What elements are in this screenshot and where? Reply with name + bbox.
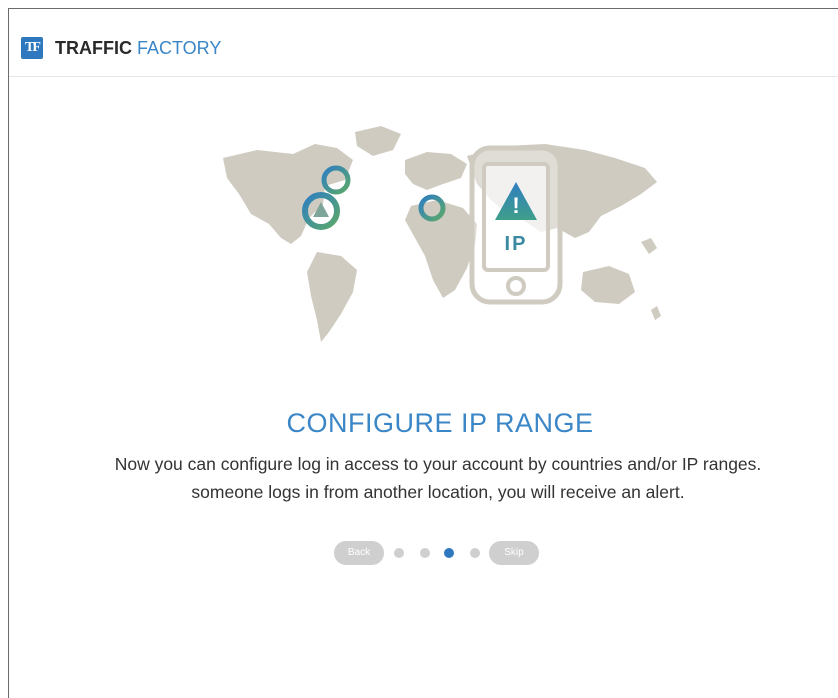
continents: [223, 126, 661, 342]
svg-text:IP: IP: [505, 233, 528, 255]
world-map-illustration: ! IP: [205, 120, 675, 350]
onboarding-pager: Back Skip: [334, 541, 554, 565]
step-dot-2[interactable]: [420, 548, 430, 558]
slide-description-line-2: someone logs in from another location, y…: [191, 482, 685, 502]
slide-title: CONFIGURE IP RANGE: [286, 408, 594, 438]
brand-logo[interactable]: TF: [21, 37, 43, 59]
step-dot-1[interactable]: [394, 548, 404, 558]
back-button[interactable]: Back: [334, 541, 384, 565]
brand-name[interactable]: TRAFFIC FACTORY: [55, 37, 221, 59]
phone-icon: ! IP: [469, 145, 563, 305]
step-dot-4[interactable]: [470, 548, 480, 558]
brand-name-bold: TRAFFIC: [55, 38, 132, 58]
svg-text:!: !: [512, 193, 519, 218]
slide-description-line-1: Now you can configure log in access to y…: [114, 454, 762, 474]
app-frame: [8, 8, 838, 698]
brand-name-light: FACTORY: [136, 38, 222, 58]
step-dot-3[interactable]: [444, 548, 454, 558]
top-bar: TF TRAFFIC FACTORY: [9, 9, 838, 77]
slide-description: Now you can configure log in access to y…: [0, 450, 838, 506]
skip-button[interactable]: Skip: [489, 541, 539, 565]
world-map-svg: ! IP: [223, 126, 661, 342]
